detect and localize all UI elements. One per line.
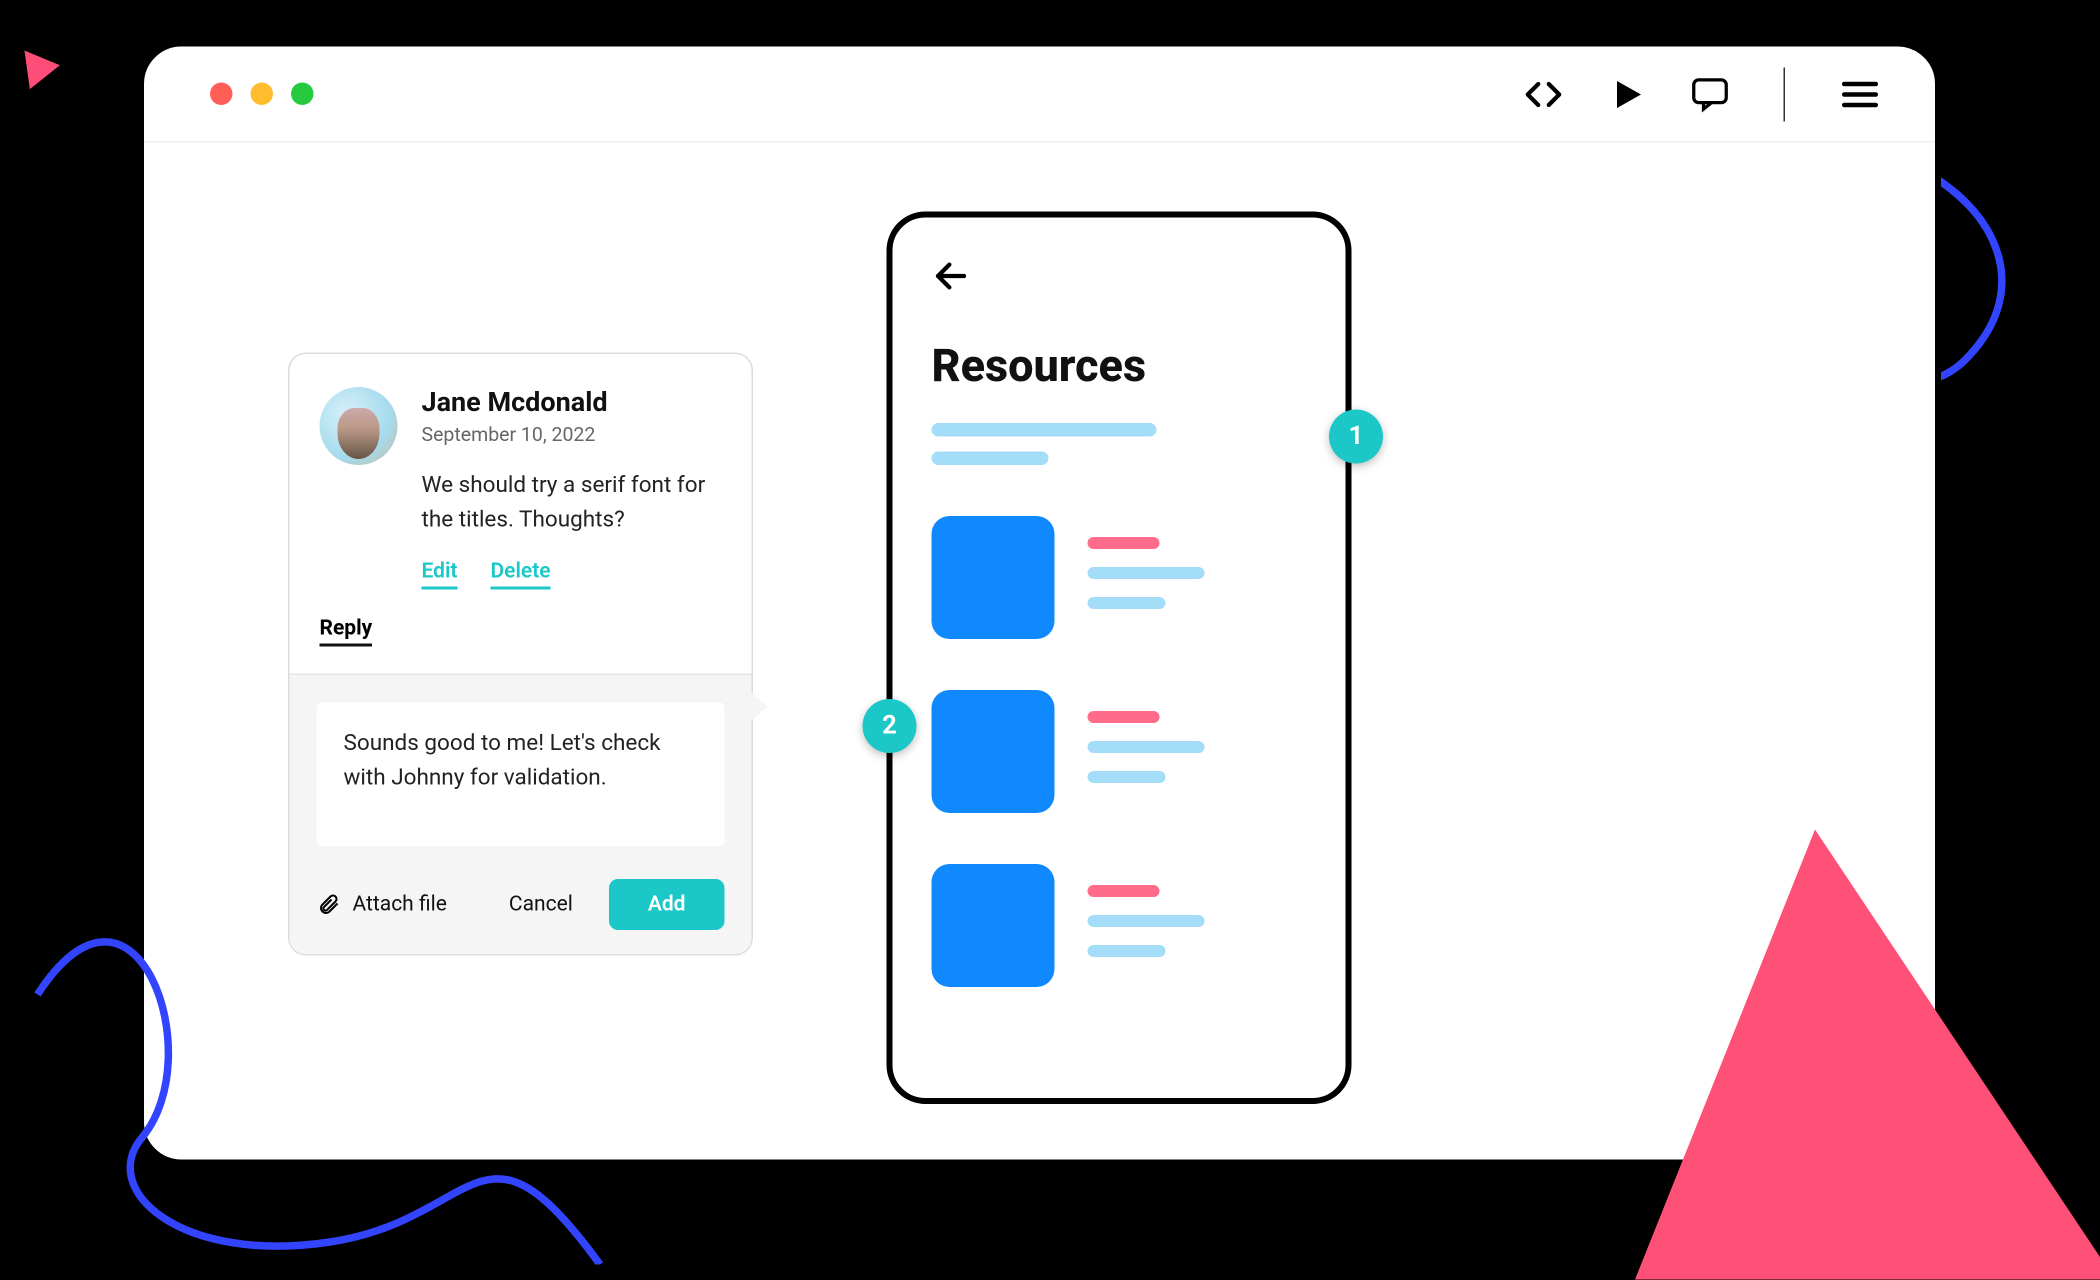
placeholder-line — [1088, 771, 1166, 783]
placeholder-line — [1088, 915, 1205, 927]
thumbnail-placeholder — [932, 864, 1055, 987]
reply-toggle[interactable]: Reply — [320, 617, 373, 647]
thumbnail-placeholder — [932, 690, 1055, 813]
phone-title: Resources — [932, 341, 1307, 394]
placeholder-line — [1088, 597, 1166, 609]
delete-button[interactable]: Delete — [491, 560, 551, 590]
toolbar-right — [1523, 67, 1882, 121]
placeholder-line — [932, 423, 1157, 437]
play-icon[interactable] — [1610, 76, 1646, 112]
decorative-triangle-large — [1635, 830, 2100, 1280]
annotation-pin-2[interactable]: 2 — [863, 699, 917, 753]
comment-icon[interactable] — [1691, 74, 1730, 113]
placeholder-line — [1088, 885, 1160, 897]
zoom-dot[interactable] — [291, 83, 314, 106]
avatar — [320, 387, 398, 465]
comment-card: Jane Mcdonald September 10, 2022 We shou… — [288, 353, 753, 956]
comment-date: September 10, 2022 — [422, 425, 722, 448]
list-item[interactable] — [932, 864, 1307, 987]
window-controls — [210, 83, 314, 106]
placeholder-line — [1088, 567, 1205, 579]
placeholder-line — [1088, 711, 1160, 723]
back-icon[interactable] — [932, 257, 971, 296]
code-icon[interactable] — [1523, 73, 1565, 115]
placeholder-line — [1088, 945, 1166, 957]
edit-button[interactable]: Edit — [422, 560, 458, 590]
list-item[interactable] — [932, 516, 1307, 639]
decorative-triangle-small — [24, 46, 62, 89]
placeholder-line — [932, 452, 1049, 466]
comment-author: Jane Mcdonald — [422, 387, 722, 419]
menu-icon[interactable] — [1839, 73, 1881, 115]
close-dot[interactable] — [210, 83, 233, 106]
thumbnail-placeholder — [932, 516, 1055, 639]
placeholder-line — [1088, 537, 1160, 549]
toolbar-divider — [1784, 67, 1786, 121]
reply-input[interactable]: Sounds good to me! Let's check with John… — [317, 702, 725, 846]
annotation-pin-1[interactable]: 1 — [1329, 410, 1383, 464]
bubble-tail — [752, 693, 769, 720]
placeholder-line — [1088, 741, 1205, 753]
decorative-squiggle-bottom-left — [30, 875, 660, 1265]
minimize-dot[interactable] — [251, 83, 274, 106]
window-titlebar — [144, 47, 1935, 143]
list-item[interactable] — [932, 690, 1307, 813]
phone-mockup: Resources — [887, 212, 1352, 1105]
comment-message: We should try a serif font for the title… — [422, 468, 722, 536]
